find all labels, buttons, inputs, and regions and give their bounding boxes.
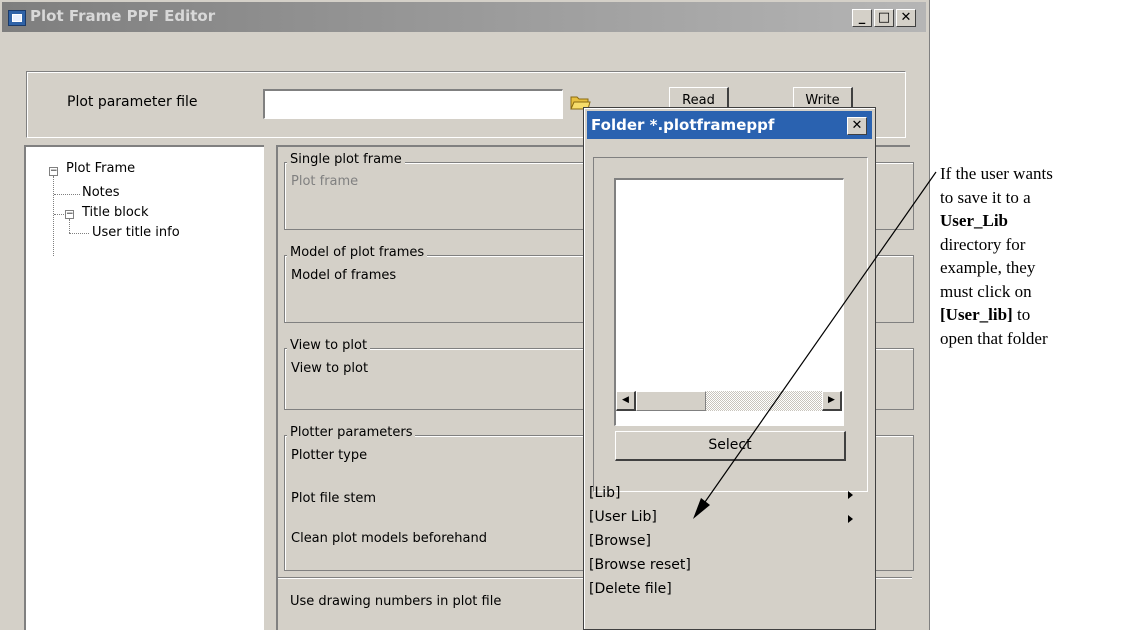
annotation-line: directory for: [940, 234, 1026, 254]
annotation-line: [User_lib] to: [940, 305, 1031, 324]
annotation-line: example, they: [940, 258, 1036, 277]
annotation-line: must click on: [940, 281, 1032, 301]
arrowhead-icon: [693, 498, 710, 519]
annotation-line: If the user wants: [940, 164, 1053, 183]
annotation-line: open that folder: [940, 328, 1048, 348]
annotation-line: to save it to a: [940, 187, 1031, 207]
annotation-line: User_Lib: [940, 211, 1008, 230]
annotation-text: If the user wants to save it to a User_L…: [940, 162, 1120, 350]
